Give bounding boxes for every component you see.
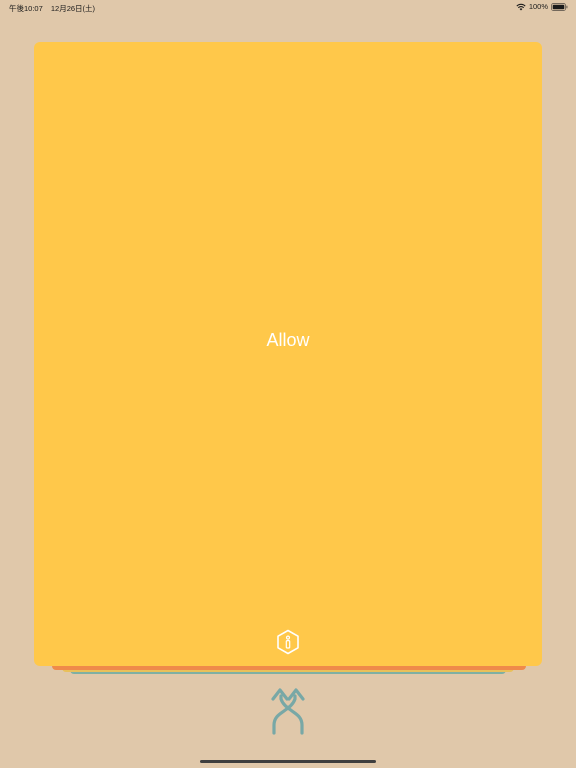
- wifi-icon: [516, 3, 526, 11]
- shuffle-arrows-icon[interactable]: [265, 687, 311, 735]
- card-label: Allow: [266, 330, 310, 350]
- main-card[interactable]: Allow: [34, 42, 542, 666]
- status-bar: 午後10:07 12月26日(土) 100%: [0, 0, 576, 14]
- status-right: 100%: [516, 2, 568, 11]
- info-hexagon-icon[interactable]: [276, 629, 300, 655]
- battery-icon: [551, 2, 568, 11]
- status-date: 12月26日(土): [50, 4, 96, 13]
- status-left: 午後10:07 12月26日(土): [9, 3, 95, 14]
- battery-percentage: 100%: [528, 2, 548, 11]
- status-time: 午後10:07: [9, 4, 43, 13]
- home-indicator[interactable]: [200, 760, 376, 763]
